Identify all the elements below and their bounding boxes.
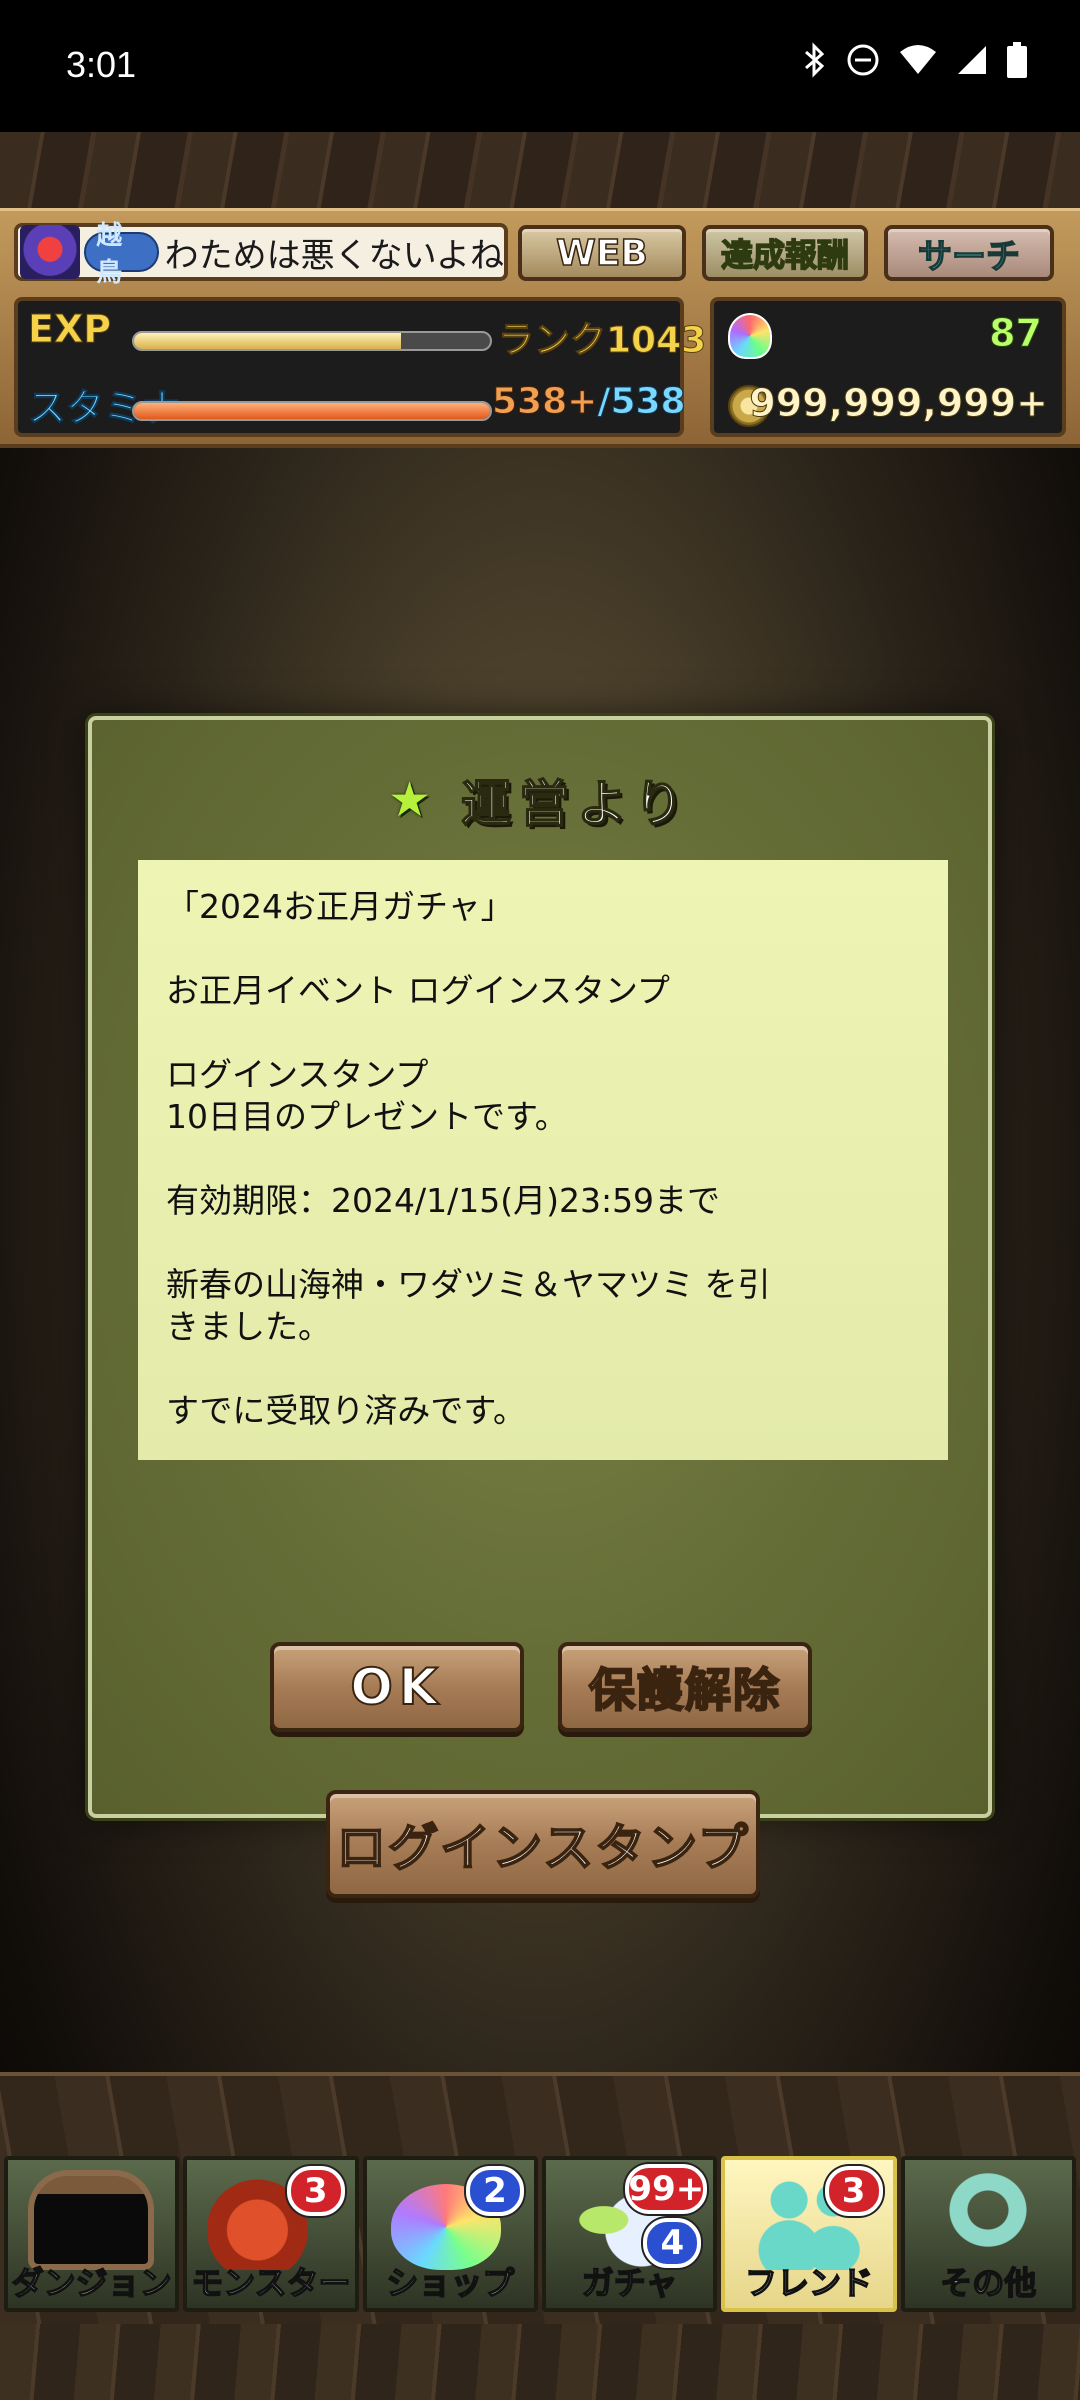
nav-label: モンスター (191, 2263, 352, 2303)
ok-button[interactable]: OK (270, 1642, 524, 1732)
message-line: お正月イベント ログインスタンプ (166, 971, 670, 1010)
status-icons (802, 42, 1028, 82)
login-stamp-button[interactable]: ログインスタンプ (326, 1790, 760, 1898)
do-not-disturb-icon (846, 43, 880, 81)
rock-border-bottom (0, 2324, 1080, 2400)
friend-badge: 3 (824, 2166, 883, 2216)
rank-text: ランク1043 (497, 320, 707, 362)
magic-stone-count: 87 (989, 311, 1043, 356)
hud-top-row: 越鳥 わためは悪くないよね WEB 達成報酬 サーチ (10, 219, 1070, 288)
nav-dungeon[interactable]: ダンジョン (4, 2156, 180, 2312)
player-hud: 越鳥 わためは悪くないよね WEB 達成報酬 サーチ EXP ランク1043 ス… (0, 208, 1080, 448)
message-line: きました。 (166, 1307, 331, 1346)
nav-friend[interactable]: 3 フレンド (721, 2156, 897, 2312)
question-mark-icon (924, 2170, 1051, 2270)
game-screen: 越鳥 わためは悪くないよね WEB 達成報酬 サーチ EXP ランク1043 ス… (0, 132, 1080, 2400)
notice-dialog: ★ 運営より 「2024お正月ガチャ」 お正月イベント ログインスタンプ ログイ… (88, 716, 992, 1898)
wifi-icon (898, 44, 938, 80)
unprotect-button[interactable]: 保護解除 (558, 1642, 812, 1732)
currency-panel: 87 999,999,999+ (710, 297, 1066, 437)
nav-label: ダンジョン (11, 2263, 173, 2303)
message-line: すでに受取り済みです。 (166, 1391, 527, 1430)
exp-bar (132, 331, 492, 351)
hud-stats-row: EXP ランク1043 スタミナ 538+/538 87 999,999,999… (10, 297, 1070, 437)
achievements-button[interactable]: 達成報酬 (702, 225, 868, 281)
nav-label: その他 (940, 2263, 1038, 2303)
dialog-title: 運営より (460, 774, 693, 834)
message-line: 有効期限：2024/1/15(月)23:59まで (166, 1181, 721, 1220)
battery-icon (1006, 42, 1028, 82)
coin-count: 999,999,999+ (749, 381, 1049, 426)
search-button[interactable]: サーチ (884, 225, 1054, 281)
dialog-header: ★ 運営より (92, 760, 988, 840)
dungeon-gate-icon (28, 2170, 154, 2270)
player-name-plate[interactable]: 越鳥 わためは悪くないよね (14, 221, 508, 288)
stamina-text: 538+/538 (491, 381, 686, 423)
bottom-nav: ダンジョン 3 モンスター 2 ショップ 99+ 4 ガチャ 3 フレンド その… (4, 2156, 1076, 2312)
nav-label: ショップ (386, 2263, 516, 2303)
gacha-badge: 99+ (625, 2164, 708, 2214)
stamina-bar-fill (134, 403, 490, 419)
bluetooth-icon (802, 42, 828, 82)
monster-badge: 3 (286, 2166, 345, 2216)
stamina-bar (132, 401, 492, 421)
title-badge: 越鳥 (84, 221, 159, 288)
exp-bar-fill (134, 333, 401, 349)
message-line: 10日目のプレゼントです。 (166, 1097, 568, 1136)
rock-border-top (0, 132, 1080, 212)
player-name: わためは悪くないよね (164, 235, 504, 276)
exp-label: EXP (27, 307, 112, 352)
nav-monster[interactable]: 3 モンスター (183, 2156, 359, 2312)
shop-badge: 2 (465, 2166, 524, 2216)
dialog-message: 「2024お正月ガチャ」 お正月イベント ログインスタンプ ログインスタンプ 1… (138, 860, 948, 1460)
star-icon: ★ (387, 772, 432, 828)
status-time: 3:01 (66, 44, 137, 85)
magic-stone-icon (728, 313, 772, 359)
stats-panel: EXP ランク1043 スタミナ 538+/538 (14, 297, 707, 437)
cellular-signal-icon (956, 44, 988, 80)
nav-gacha[interactable]: 99+ 4 ガチャ (541, 2156, 718, 2312)
nav-label: フレンド (744, 2263, 874, 2303)
status-bar: 3:01 (0, 0, 1080, 132)
stamina-max: /538 (597, 381, 686, 423)
message-line: 新春の山海神・ワダツミ＆ヤマツミ を引 (166, 1265, 771, 1304)
nav-label: ガチャ (581, 2263, 678, 2303)
stamina-current: 538+ (491, 381, 598, 423)
web-button[interactable]: WEB (518, 225, 686, 281)
message-line: 「2024お正月ガチャ」 (166, 887, 514, 926)
leader-avatar-icon (20, 225, 81, 279)
message-line: ログインスタンプ (166, 1055, 429, 1094)
nav-shop[interactable]: 2 ショップ (362, 2156, 538, 2312)
nav-other[interactable]: その他 (900, 2156, 1076, 2312)
